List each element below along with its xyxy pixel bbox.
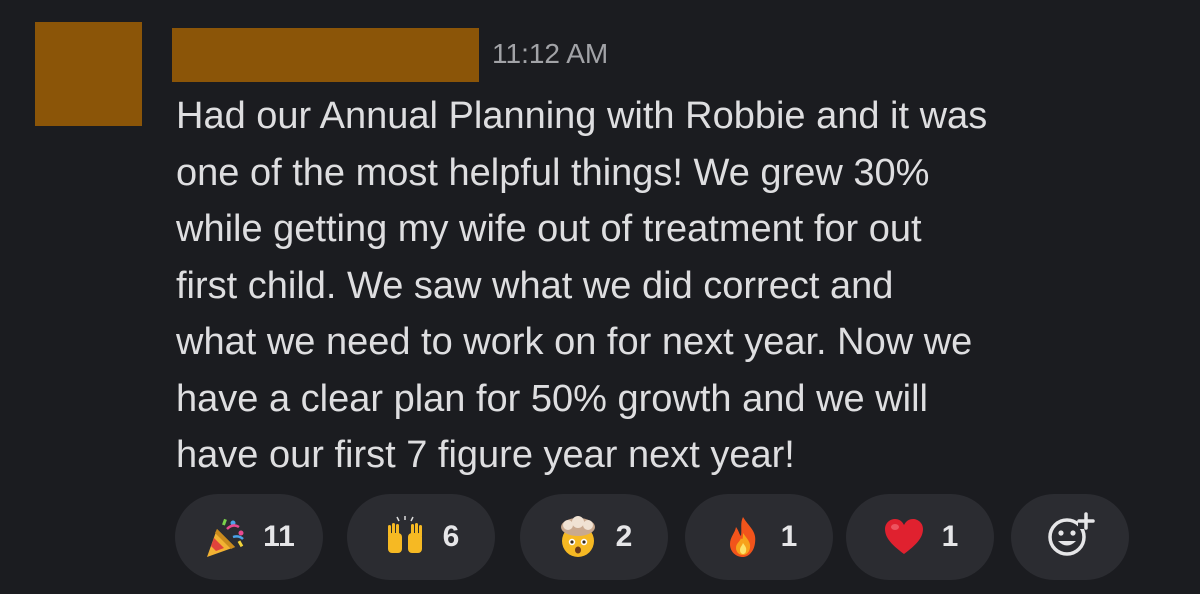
add-reaction-button[interactable] <box>1011 494 1129 580</box>
message-line: Had our Annual Planning with Robbie and … <box>176 95 988 137</box>
message-line: what we need to work on for next year. N… <box>176 321 973 363</box>
message-timestamp[interactable]: 11:12 AM <box>492 40 608 68</box>
reaction-count: 1 <box>780 520 798 553</box>
avatar[interactable] <box>35 22 142 126</box>
reaction-count: 2 <box>615 520 633 553</box>
party-popper-icon <box>203 515 247 559</box>
reaction-fire[interactable]: 1 <box>685 494 833 580</box>
fire-icon <box>721 515 765 559</box>
chat-message: 11:12 AM Had our Annual Planning with Ro… <box>0 0 1200 594</box>
message-line: have our first 7 figure year next year! <box>176 434 795 476</box>
reaction-count: 11 <box>263 520 295 553</box>
message-body: Had our Annual Planning with Robbie and … <box>176 88 1176 484</box>
raising-hands-icon <box>383 515 427 559</box>
reaction-exploding-head[interactable]: 2 <box>520 494 668 580</box>
message-line: while getting my wife out of treatment f… <box>176 208 922 250</box>
message-line: first child. We saw what we did correct … <box>176 264 894 307</box>
reaction-count: 1 <box>941 520 959 553</box>
reaction-red-heart[interactable]: 1 <box>846 494 994 580</box>
exploding-head-icon <box>556 515 600 559</box>
reaction-party-popper[interactable]: 11 <box>175 494 323 580</box>
add-reaction-icon <box>1044 509 1096 566</box>
message-line: one of the most helpful things! We grew … <box>176 151 930 194</box>
reaction-count: 6 <box>442 520 460 553</box>
red-heart-icon <box>882 515 926 559</box>
reaction-raising-hands[interactable]: 6 <box>347 494 495 580</box>
author-name-redacted[interactable] <box>172 28 479 82</box>
message-line: have a clear plan for 50% growth and we … <box>176 377 928 420</box>
